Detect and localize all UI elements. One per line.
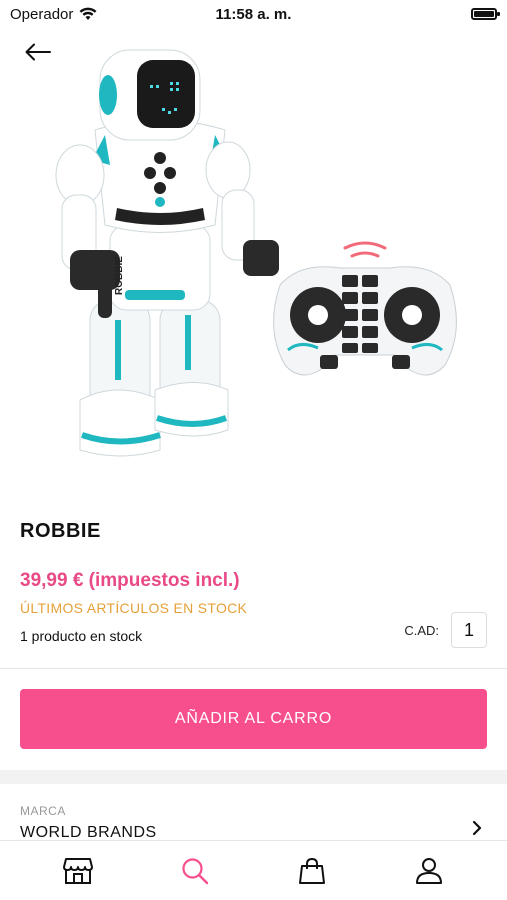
clock: 11:58 a. m. xyxy=(215,5,292,23)
tab-cart[interactable] xyxy=(287,848,337,894)
wifi-icon xyxy=(79,7,97,20)
carrier-group: Operador xyxy=(10,6,97,23)
quantity-label: C.AD: xyxy=(404,622,439,638)
svg-text:ROBBIE: ROBBIE xyxy=(114,256,125,295)
battery-level xyxy=(474,11,494,17)
add-to-cart-button[interactable]: AÑADIR AL CARRO xyxy=(20,689,487,749)
section-separator xyxy=(0,770,507,784)
brand-value: WORLD BRANDS xyxy=(20,824,157,840)
divider xyxy=(0,668,507,669)
remote-control-illustration xyxy=(273,241,457,376)
tab-search[interactable] xyxy=(170,848,220,894)
product-name: ROBBIE xyxy=(20,520,101,542)
product-price: 39,99 € (impuestos incl.) xyxy=(20,570,240,591)
user-icon xyxy=(415,857,442,884)
battery-icon xyxy=(471,8,500,20)
quantity-selector: C.AD: 1 xyxy=(404,612,487,648)
tab-account[interactable] xyxy=(404,848,454,894)
shopping-bag-icon xyxy=(298,857,325,884)
brand-row[interactable]: MARCA WORLD BRANDS xyxy=(20,792,487,840)
product-image: ROBBIE xyxy=(55,49,457,457)
status-bar: Operador 11:58 a. m. xyxy=(0,0,507,28)
chevron-right-icon xyxy=(472,820,482,836)
robot-illustration: ROBBIE xyxy=(55,49,279,457)
store-icon xyxy=(63,857,94,884)
brand-label: MARCA xyxy=(20,804,66,818)
tab-bar xyxy=(0,840,507,900)
tab-store[interactable] xyxy=(53,848,103,894)
search-icon xyxy=(182,857,209,884)
carrier-label: Operador xyxy=(10,5,74,23)
quantity-input[interactable]: 1 xyxy=(451,612,487,648)
